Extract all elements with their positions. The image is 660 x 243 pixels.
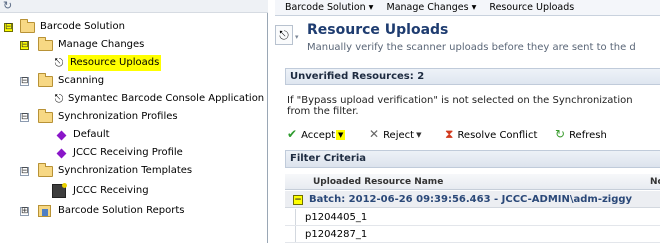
reject-dropdown-icon[interactable]: ▼ <box>416 131 421 139</box>
tree-item-label: Scanning <box>58 75 105 86</box>
reports-folder-icon <box>38 205 51 217</box>
tree-item-label: JCCC Receiving Profile <box>73 147 183 158</box>
tree-item-label: Synchronization Templates <box>58 165 193 176</box>
resolve-label: Resolve Conflict <box>457 130 538 141</box>
tree-item-label: Default <box>73 129 110 140</box>
page-icon[interactable]: ⎋ <box>275 25 293 45</box>
folder-icon <box>38 37 53 51</box>
template-job-icon <box>52 183 67 198</box>
resolve-conflict-button[interactable]: ⧗ Resolve Conflict <box>445 125 537 143</box>
expand-icon[interactable]: ⊞ <box>20 207 29 216</box>
batch-label: Batch: 2012-06-26 09:39:56.463 - JCCC-AD… <box>309 194 633 205</box>
accept-button[interactable]: ✔ Accept ▼ <box>287 125 346 143</box>
page-icon-dropdown-icon[interactable]: ▾ <box>295 33 299 41</box>
breadcrumb-barcode-solution[interactable]: Barcode Solution ▾ <box>285 2 373 13</box>
reject-label: Reject <box>383 130 415 141</box>
batch-group-row[interactable]: − Batch: 2012-06-26 09:39:56.463 - JCCC-… <box>285 191 660 208</box>
table-row[interactable]: p1204405_1 <box>285 209 660 226</box>
column-next[interactable]: Nc <box>650 174 660 190</box>
filter-criteria-header[interactable]: Filter Criteria <box>285 150 660 168</box>
page-header: ⎋ ▾ Resource Uploads Manually verify the… <box>275 17 660 62</box>
refresh-label: Refresh <box>569 130 607 141</box>
profile-diamond-icon <box>56 130 67 141</box>
tree-item-label: JCCC Receiving <box>73 185 149 196</box>
reject-button[interactable]: ✕ Reject ▼ <box>369 125 421 143</box>
refresh-button[interactable]: ↻ Refresh <box>555 125 607 143</box>
close-icon: ✕ <box>369 127 380 141</box>
tree-item-label: Barcode Solution Reports <box>58 205 185 216</box>
tree-item-resource-uploads[interactable]: ⎋ Resource Uploads <box>0 55 268 71</box>
collapse-icon[interactable]: ⊟ <box>4 23 13 32</box>
collapse-icon[interactable]: ⊟ <box>20 113 29 122</box>
page-title: Resource Uploads <box>307 22 449 38</box>
tree-item-barcode-solution[interactable]: ⊟ Barcode Solution <box>0 19 268 35</box>
table-row[interactable]: p1204287_1 <box>285 226 660 243</box>
tree-item-console-application[interactable]: ⎋ Symantec Barcode Console Application <box>0 91 268 107</box>
tree-item-label: Manage Changes <box>58 39 145 50</box>
refresh-tree-icon[interactable]: ↻ <box>3 0 12 12</box>
content-pane: Barcode Solution ▾ Manage Changes ▾ Reso… <box>275 0 660 243</box>
tree-item-manage-changes[interactable]: ⊟ Manage Changes <box>0 37 268 53</box>
info-line-2: from the filter. <box>287 106 359 117</box>
tree-item-label: Resource Uploads <box>68 55 162 71</box>
tree-item-jccc-receiving[interactable]: JCCC Receiving <box>0 183 268 199</box>
tree-item-default[interactable]: Default <box>0 127 268 143</box>
tree-toolbar: ↻ <box>0 0 268 13</box>
breadcrumb-manage-changes[interactable]: Manage Changes ▾ <box>387 2 477 13</box>
page-subtitle: Manually verify the scanner uploads befo… <box>307 42 636 53</box>
collapse-icon[interactable]: ⊟ <box>20 167 29 176</box>
tree-item-label: Synchronization Profiles <box>58 111 178 122</box>
collapse-icon[interactable]: ⊟ <box>20 77 29 86</box>
breadcrumb: Barcode Solution ▾ Manage Changes ▾ Reso… <box>275 0 660 16</box>
verify-upload-icon: ⎋ <box>54 56 64 69</box>
tree-item-label: Barcode Solution <box>40 21 125 32</box>
console-app-icon: ⎋ <box>54 92 64 105</box>
tree-item-sync-templates[interactable]: ⊟ Synchronization Templates <box>0 163 268 179</box>
info-text: If "Bypass upload verification" is not s… <box>287 95 660 117</box>
resource-name-cell: p1204287_1 <box>305 229 368 240</box>
profile-diamond-icon <box>56 148 67 159</box>
tree-item-sync-profiles[interactable]: ⊟ Synchronization Profiles <box>0 109 268 125</box>
resource-name-cell: p1204405_1 <box>305 212 368 223</box>
accept-label: Accept <box>301 130 336 141</box>
collapse-icon[interactable]: ⊟ <box>20 41 29 50</box>
unverified-resources-header: Unverified Resources: 2 <box>285 68 660 85</box>
checkmark-icon: ✔ <box>287 127 298 141</box>
column-uploaded-resource-name[interactable]: Uploaded Resource Name <box>313 174 443 190</box>
accept-dropdown-icon[interactable]: ▼ <box>336 130 346 140</box>
action-toolbar: ✔ Accept ▼ ✕ Reject ▼ ⧗ Resolve Conflict ↻ Ref… <box>287 125 660 143</box>
breadcrumb-resource-uploads[interactable]: Resource Uploads <box>489 2 574 13</box>
tree-item-scanning[interactable]: ⊟ Scanning <box>0 73 268 89</box>
table-header: Uploaded Resource Name Nc <box>285 174 660 190</box>
tree-item-reports[interactable]: ⊞ Barcode Solution Reports <box>0 203 268 219</box>
tree-item-label: Symantec Barcode Console Application <box>68 93 265 104</box>
folder-icon <box>20 19 35 33</box>
navigation-tree: ↻ ⊟ Barcode Solution ⊟ Manage Changes ⎋ … <box>0 0 268 243</box>
folder-icon <box>38 163 53 177</box>
folder-icon <box>38 73 53 87</box>
collapse-icon[interactable]: − <box>293 195 303 205</box>
folder-icon <box>38 109 53 123</box>
info-line-1: If "Bypass upload verification" is not s… <box>287 95 633 106</box>
conflict-icon: ⧗ <box>445 127 454 141</box>
refresh-icon: ↻ <box>555 127 566 141</box>
tree-item-jccc-receiving-profile[interactable]: JCCC Receiving Profile <box>0 145 268 161</box>
